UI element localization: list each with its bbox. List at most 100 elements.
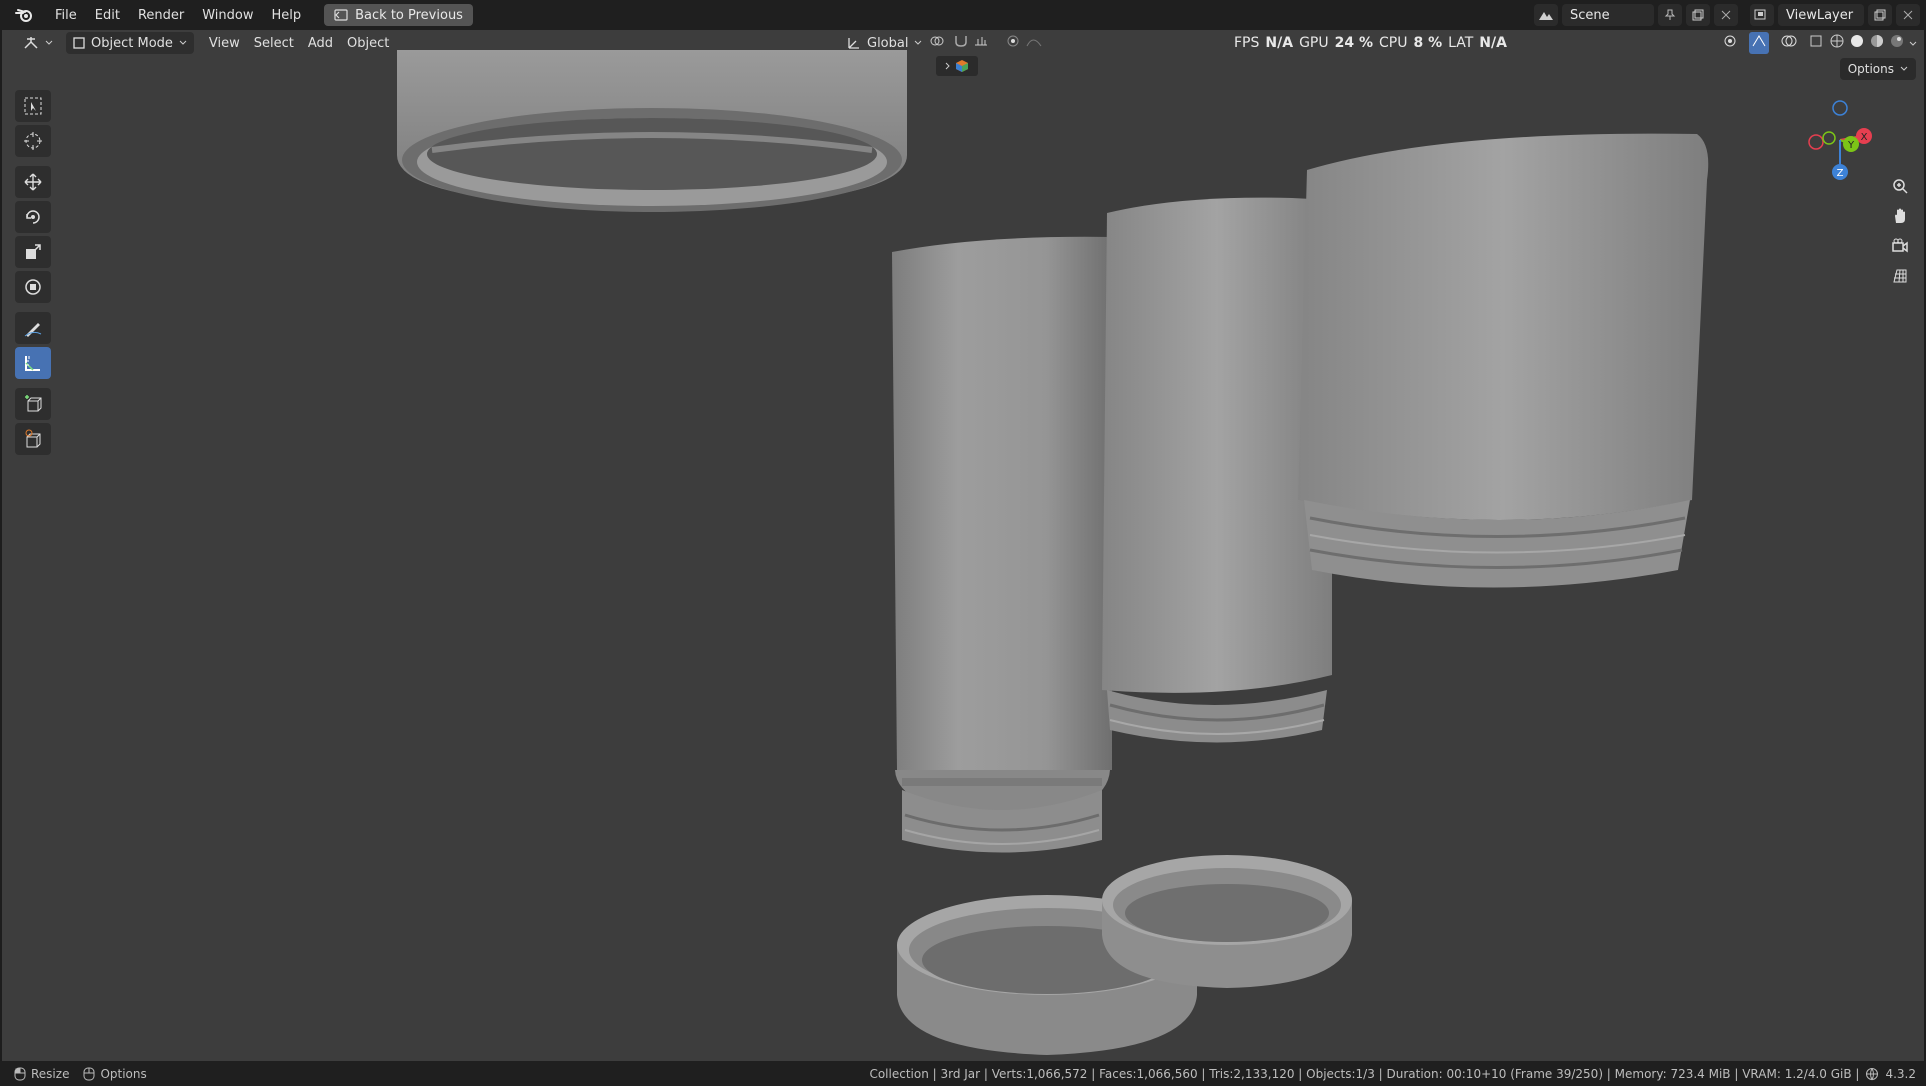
menu-file[interactable]: File xyxy=(46,8,86,23)
options-hint: Options xyxy=(83,1066,147,1081)
wireframe-shading-icon[interactable] xyxy=(1829,33,1845,53)
scene-name-field[interactable]: Scene xyxy=(1562,4,1654,26)
top-menubar: File Edit Render Window Help Back to Pre… xyxy=(0,0,1926,30)
transform-icon xyxy=(25,279,41,295)
chevron-down-icon[interactable] xyxy=(1909,36,1917,51)
delete-scene-icon[interactable] xyxy=(1714,4,1738,26)
move-icon xyxy=(24,173,42,191)
gizmo-x-label[interactable]: X xyxy=(1861,132,1868,143)
pan-button[interactable] xyxy=(1886,202,1914,230)
gpu-value: 24 % xyxy=(1334,35,1373,51)
camera-icon xyxy=(1892,238,1908,253)
back-icon xyxy=(334,9,348,21)
blender-version: 4.3.2 xyxy=(1885,1066,1916,1081)
pin-scene-icon[interactable] xyxy=(1658,4,1682,26)
menu-edit[interactable]: Edit xyxy=(86,8,129,23)
tool-shelf xyxy=(13,90,53,458)
menu-add[interactable]: Add xyxy=(301,32,340,54)
transform-cube-tool[interactable] xyxy=(15,423,51,455)
gizmo-z-label[interactable]: Z xyxy=(1837,168,1844,179)
select-box-icon xyxy=(24,97,42,115)
xray-icon[interactable] xyxy=(1809,34,1825,52)
overlays-icon[interactable] xyxy=(1781,34,1797,52)
object-mode-label: Object Mode xyxy=(91,35,173,51)
options-hint-label: Options xyxy=(100,1066,147,1081)
chevron-down-icon xyxy=(179,40,187,45)
sidebar-toggle[interactable] xyxy=(936,56,978,76)
view-layer-name: ViewLayer xyxy=(1786,7,1854,23)
gizmo-toggle-icon[interactable] xyxy=(1749,32,1769,54)
menu-view[interactable]: View xyxy=(202,32,247,54)
scale-tool[interactable] xyxy=(15,236,51,268)
mouse-left-icon xyxy=(14,1067,26,1080)
performance-stats: FPS N/A GPU 24 % CPU 8 % LAT N/A xyxy=(1234,30,1507,56)
falloff-icon[interactable] xyxy=(1025,34,1043,52)
visibility-icon[interactable] xyxy=(1723,34,1745,52)
transform-orientation-dropdown[interactable]: Global xyxy=(840,32,929,54)
cursor-tool[interactable] xyxy=(15,125,51,157)
new-view-layer-icon[interactable] xyxy=(1868,4,1892,26)
navigation-gizmo[interactable]: X Y Z xyxy=(1798,92,1888,182)
annotate-tool[interactable] xyxy=(15,312,51,344)
move-tool[interactable] xyxy=(15,166,51,198)
grid-icon xyxy=(1893,269,1907,283)
resize-label: Resize xyxy=(31,1066,70,1081)
mouse-right-icon xyxy=(83,1067,95,1080)
lat-label: LAT xyxy=(1448,35,1474,51)
options-label: Options xyxy=(1847,62,1894,76)
menu-object[interactable]: Object xyxy=(340,32,396,54)
rotate-tool[interactable] xyxy=(15,201,51,233)
view-layer-field[interactable]: ViewLayer xyxy=(1778,4,1864,26)
add-cube-tool[interactable] xyxy=(15,388,51,420)
solid-shading-icon[interactable] xyxy=(1849,33,1865,53)
cursor-icon xyxy=(24,132,42,150)
snap-target-icon[interactable] xyxy=(973,34,993,52)
menu-select[interactable]: Select xyxy=(247,32,301,54)
gizmo-y-label[interactable]: Y xyxy=(1847,140,1855,151)
material-shading-icon[interactable] xyxy=(1869,33,1885,53)
new-scene-icon[interactable] xyxy=(1686,4,1710,26)
delete-view-layer-icon[interactable] xyxy=(1896,4,1920,26)
chevron-right-icon xyxy=(945,62,950,70)
menu-help[interactable]: Help xyxy=(263,8,311,23)
transform-tool[interactable] xyxy=(15,271,51,303)
fps-value: N/A xyxy=(1265,35,1294,51)
pivot-point-icon[interactable] xyxy=(929,34,949,52)
back-to-previous-button[interactable]: Back to Previous xyxy=(324,4,473,26)
menu-render[interactable]: Render xyxy=(129,8,193,23)
jar-right xyxy=(1298,133,1709,588)
measure-tool[interactable] xyxy=(15,347,51,379)
camera-view-button[interactable] xyxy=(1886,232,1914,260)
blender-logo-icon[interactable] xyxy=(14,5,34,25)
orientation-label: Global xyxy=(867,35,909,51)
proportional-edit-icon[interactable] xyxy=(1005,34,1021,52)
3d-viewport[interactable]: Object Mode View Select Add Object Globa… xyxy=(2,30,1924,1061)
chevron-down-icon xyxy=(1900,66,1908,71)
object-mode-icon xyxy=(73,37,85,49)
scene-statistics: Collection | 3rd Jar | Verts:1,066,572 |… xyxy=(869,1066,1860,1081)
status-bar: Resize Options Collection | 3rd Jar | Ve… xyxy=(0,1061,1926,1086)
scene-browse-icon[interactable] xyxy=(1534,4,1558,26)
object-mode-dropdown[interactable]: Object Mode xyxy=(66,32,194,54)
zoom-icon xyxy=(1893,179,1908,194)
menu-window[interactable]: Window xyxy=(193,8,262,23)
hand-icon xyxy=(1895,208,1905,223)
gpu-label: GPU xyxy=(1299,35,1329,51)
chevron-down-icon xyxy=(45,40,53,45)
view-layer-browse-icon[interactable] xyxy=(1750,4,1774,26)
zoom-button[interactable] xyxy=(1886,172,1914,200)
options-dropdown[interactable]: Options xyxy=(1839,58,1916,80)
cpu-value: 8 % xyxy=(1413,35,1443,51)
scene-controls: Scene ViewLayer xyxy=(1534,0,1926,30)
ortho-toggle-button[interactable] xyxy=(1886,262,1914,290)
scene-name: Scene xyxy=(1570,7,1610,23)
editor-type-button[interactable] xyxy=(16,32,60,54)
rendered-shading-icon[interactable] xyxy=(1889,33,1905,53)
snap-toggle-icon[interactable] xyxy=(953,34,969,52)
transform-cube-icon xyxy=(25,429,41,448)
editor-type-icon xyxy=(24,37,38,49)
object-cube-icon xyxy=(956,60,968,72)
jar-left xyxy=(892,236,1112,853)
select-box-tool[interactable] xyxy=(15,90,51,122)
fps-label: FPS xyxy=(1234,35,1260,51)
